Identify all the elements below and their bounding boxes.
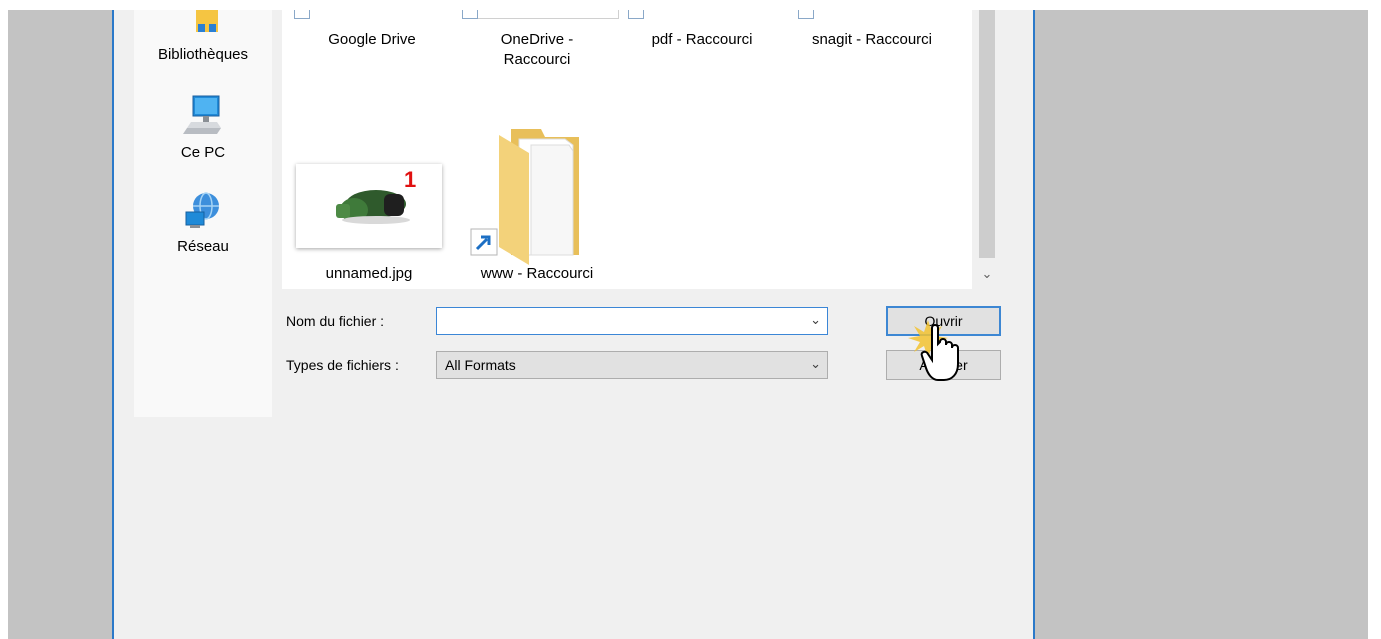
open-file-dialog: Bibliothèques Ce PC Réseau Google Drive … [112, 10, 1035, 639]
open-button[interactable]: Ouvrir [886, 306, 1001, 336]
vertical-scrollbar[interactable]: ⌄ [972, 10, 1002, 289]
scrollbar-thumb[interactable] [979, 10, 995, 258]
file-item-google-drive[interactable]: Google Drive [302, 30, 442, 50]
file-item-snagit[interactable]: snagit - Raccourci [787, 30, 957, 50]
pump-image [336, 190, 410, 224]
libraries-icon [196, 10, 218, 32]
filetype-label: Types de fichiers : [286, 357, 399, 373]
file-item-onedrive[interactable]: OneDrive - Raccourci [457, 30, 617, 70]
chevron-down-icon[interactable]: ⌄ [810, 356, 821, 372]
file-label: unnamed.jpg [325, 265, 413, 282]
file-label-line2: Raccourci [503, 51, 571, 68]
scroll-down-arrow-icon[interactable]: ⌄ [979, 264, 995, 284]
file-item-pdf[interactable]: pdf - Raccourci [627, 30, 777, 50]
file-label: Google Drive [328, 31, 416, 48]
nav-item-network[interactable]: Réseau [134, 190, 272, 255]
shortcut-arrow-icon [628, 10, 644, 19]
chevron-down-icon[interactable]: ⌄ [810, 312, 821, 328]
step-badge: 1 [404, 167, 417, 192]
cancel-button[interactable]: Annuler [886, 350, 1001, 380]
shortcut-arrow-icon [462, 10, 478, 19]
filename-input[interactable] [441, 311, 791, 331]
file-item-unnamed-jpg[interactable]: 1 unnamed.jpg [292, 156, 442, 286]
nav-item-this-pc[interactable]: Ce PC [134, 94, 272, 161]
file-label: snagit - Raccourci [811, 31, 933, 48]
file-item-www[interactable]: www - Raccourci [457, 115, 617, 287]
computer-icon [183, 95, 221, 134]
nav-label: Bibliothèques [157, 46, 249, 63]
file-label: pdf - Raccourci [651, 31, 753, 48]
nav-item-libraries[interactable]: Bibliothèques [134, 10, 272, 63]
filename-label: Nom du fichier : [286, 313, 385, 329]
file-label: www - Raccourci [480, 265, 594, 282]
folder-icon [470, 129, 579, 265]
navigation-pane: Bibliothèques Ce PC Réseau [134, 10, 272, 417]
shortcut-arrow-icon [294, 10, 310, 19]
network-icon [185, 192, 219, 228]
shortcut-arrow-icon [798, 10, 814, 19]
filetype-select[interactable]: All Formats ⌄ [436, 351, 828, 379]
nav-label: Ce PC [180, 144, 226, 161]
nav-label: Réseau [177, 238, 229, 255]
image-thumbnail: 1 [296, 164, 442, 248]
file-icon-partial [462, 10, 619, 19]
filetype-value: All Formats [445, 357, 516, 373]
filename-combobox[interactable]: ⌄ [436, 307, 828, 335]
file-label-line1: OneDrive - [500, 31, 574, 48]
file-list[interactable]: Google Drive OneDrive - Raccourci pdf - … [282, 10, 1002, 289]
